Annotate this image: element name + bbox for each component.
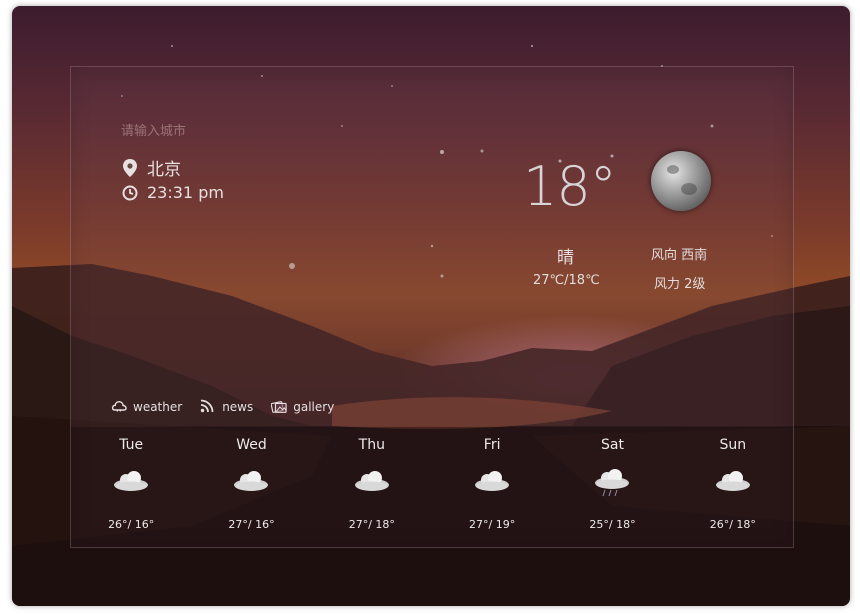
forecast-day-name: Sun xyxy=(719,437,747,453)
forecast-day: Tue 26°/ 16° xyxy=(71,427,191,547)
current-location: 北京 xyxy=(121,155,181,180)
forecast-strip: Tue 26°/ 16° Wed 27°/ 16° Thu 27°/ 18° F… xyxy=(71,427,793,547)
forecast-day: Thu 27°/ 18° xyxy=(312,427,432,547)
city-name: 北京 xyxy=(147,160,181,180)
forecast-day-name: Wed xyxy=(236,437,267,453)
moon-icon xyxy=(651,151,711,211)
forecast-temps: 26°/ 16° xyxy=(108,518,155,531)
cloud-rain-icon xyxy=(595,469,630,497)
app-window: 北京 23:31 pm 18° 晴 27℃/18℃ 风向 西南 风力 2级 we… xyxy=(12,6,850,606)
city-search-input[interactable] xyxy=(121,119,311,143)
gallery-icon xyxy=(271,399,287,415)
forecast-day-name: Sat xyxy=(600,437,624,453)
forecast-day-name: Fri xyxy=(483,437,501,453)
forecast-temps: 25°/ 18° xyxy=(589,518,636,531)
wind-direction: 风向 西南 xyxy=(651,248,708,263)
current-time: 23:31 pm xyxy=(121,183,224,202)
cloud-icon xyxy=(111,399,127,415)
forecast-day: Sat 25°/ 18° xyxy=(552,427,672,547)
weather-condition: 晴 xyxy=(557,248,574,268)
cloud-icon xyxy=(114,471,149,491)
tab-gallery-label: gallery xyxy=(293,400,335,414)
forecast-day: Sun 26°/ 18° xyxy=(673,427,793,547)
current-temperature: 18° xyxy=(523,155,617,218)
temperature-range: 27℃/18℃ xyxy=(533,273,600,288)
forecast-temps: 27°/ 18° xyxy=(348,518,395,531)
tab-weather-label: weather xyxy=(133,400,183,414)
weather-panel: 北京 23:31 pm 18° 晴 27℃/18℃ 风向 西南 风力 2级 we… xyxy=(70,66,794,548)
rss-icon xyxy=(200,399,216,415)
forecast-temps: 27°/ 19° xyxy=(469,518,516,531)
forecast-temps: 27°/ 16° xyxy=(228,518,275,531)
time-text: 23:31 pm xyxy=(147,183,224,202)
clock-icon xyxy=(121,184,139,202)
forecast-day: Wed 27°/ 16° xyxy=(191,427,311,547)
cloud-icon xyxy=(475,471,510,491)
forecast-day: Fri 27°/ 19° xyxy=(432,427,552,547)
tab-bar: weather news gallery xyxy=(111,399,352,415)
cloud-icon xyxy=(354,471,389,491)
forecast-day-name: Thu xyxy=(358,437,385,453)
cloud-icon xyxy=(715,471,750,491)
location-pin-icon xyxy=(121,158,139,177)
forecast-day-name: Tue xyxy=(119,437,144,453)
wind-level: 风力 2级 xyxy=(654,277,706,292)
cloud-icon xyxy=(234,471,269,491)
tab-news-label: news xyxy=(222,400,254,414)
tab-weather[interactable]: weather xyxy=(111,399,182,415)
tab-news[interactable]: news xyxy=(200,399,253,415)
tab-gallery[interactable]: gallery xyxy=(271,399,334,415)
forecast-temps: 26°/ 18° xyxy=(709,518,756,531)
